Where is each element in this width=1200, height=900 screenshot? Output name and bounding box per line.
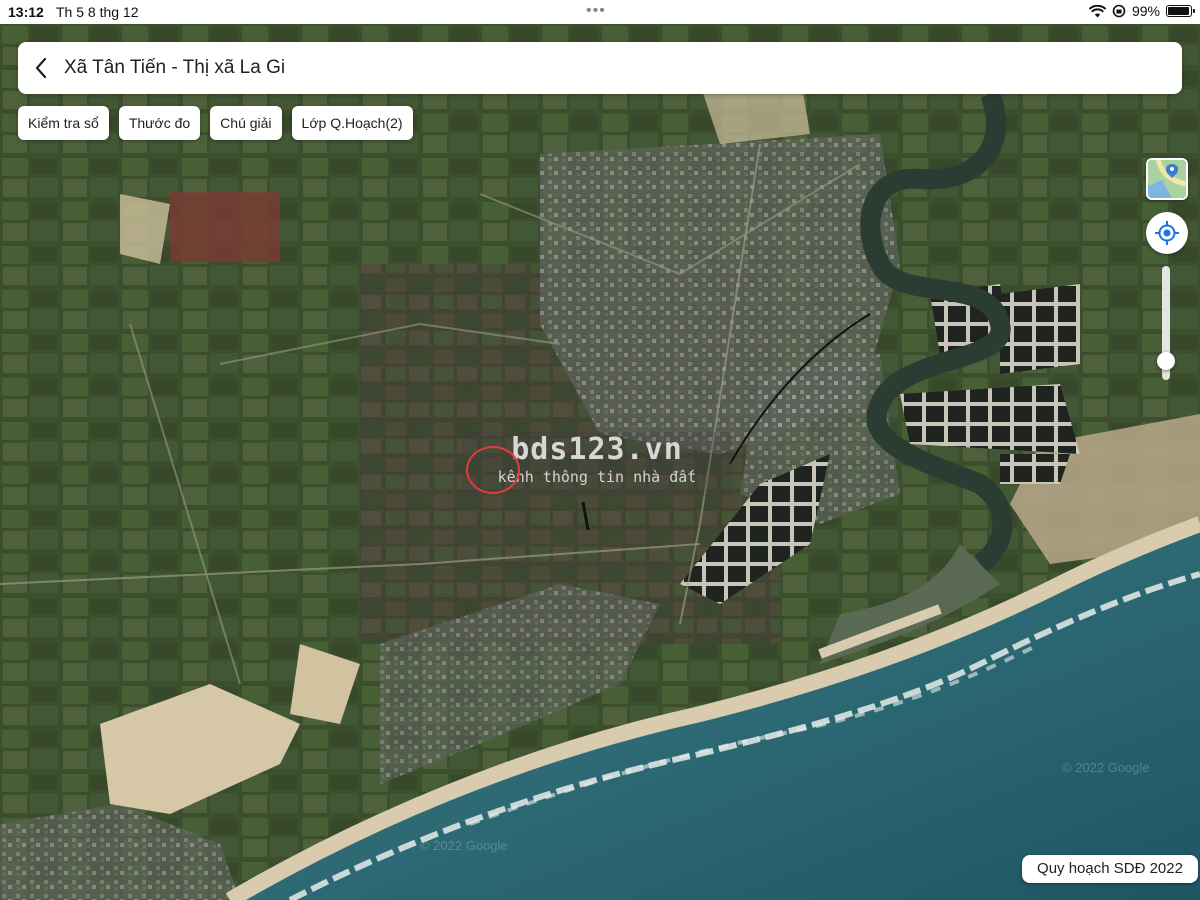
location-marker-circle [466,446,520,494]
status-date: Th 5 8 thg 12 [56,4,139,20]
planning-year-label[interactable]: Quy hoạch SDĐ 2022 [1022,855,1198,883]
check-book-button[interactable]: Kiểm tra sổ [18,106,109,140]
page-title: Xã Tân Tiến - Thị xã La Gi [64,57,286,78]
map-layer-button[interactable] [1146,158,1188,200]
my-location-icon [1155,221,1179,245]
status-time: 13:12 [8,4,44,20]
planning-layer-button[interactable]: Lớp Q.Hoạch(2) [291,106,413,140]
status-bar: 13:12 Th 5 8 thg 12 ••• 99% [0,0,1200,24]
battery-percent: 99% [1131,3,1160,19]
legend-button[interactable]: Chú giải [210,106,282,140]
multitask-dots-icon[interactable]: ••• [586,2,606,20]
wifi-icon [1088,4,1106,17]
chevron-left-icon [35,57,47,79]
map-attribution: © 2022 Google [1062,760,1150,775]
my-location-button[interactable] [1146,212,1188,254]
measure-button[interactable]: Thước đo [118,106,201,140]
battery-icon [1166,5,1195,17]
status-indicators: 99% [1088,3,1195,19]
map-toolbar: Kiểm tra sổ Thước đo Chú giải Lớp Q.Hoạc… [18,106,413,140]
back-button[interactable] [18,42,64,94]
map-layer-icon [1148,160,1186,198]
header-bar: Xã Tân Tiến - Thị xã La Gi [18,42,1182,94]
map-attribution: © 2022 Google [420,838,508,853]
orientation-lock-icon [1112,4,1126,18]
